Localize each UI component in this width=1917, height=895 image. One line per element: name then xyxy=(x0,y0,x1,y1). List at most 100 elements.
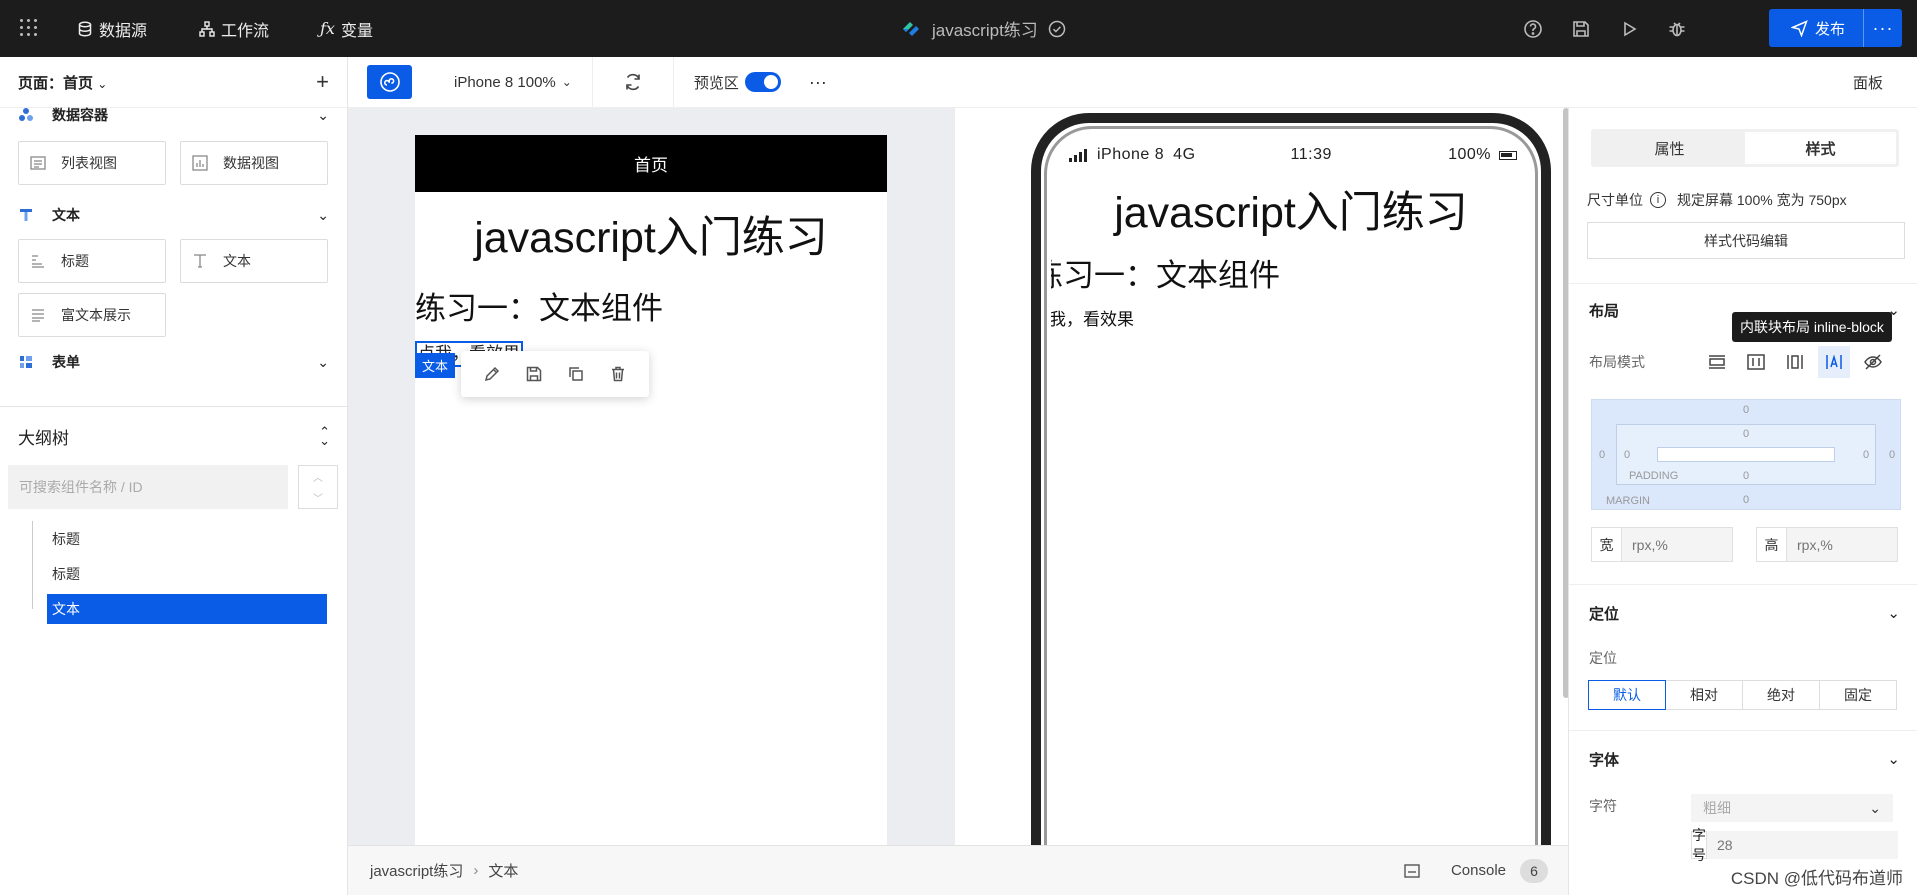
publish-button[interactable]: 发布 ··· xyxy=(1769,9,1902,47)
preview-toggle[interactable] xyxy=(744,72,781,92)
selection-badge: 文本 xyxy=(415,353,456,378)
tab-style[interactable]: 样式 xyxy=(1745,132,1896,164)
component-rich-text[interactable]: 富文本展示 xyxy=(18,293,166,337)
position-option-fixed[interactable]: 固定 xyxy=(1819,680,1897,710)
position-section-header[interactable]: 定位 ⌄ xyxy=(1569,585,1917,641)
nav-workflow-label: 工作流 xyxy=(221,22,270,40)
padding-bottom-value[interactable]: 0 xyxy=(1743,470,1749,482)
canvas-heading-mid[interactable]: 练习一：文本组件 xyxy=(415,283,887,328)
inline-block-layout-icon xyxy=(1826,354,1842,369)
breadcrumb-project[interactable]: javascript练习 xyxy=(370,860,463,881)
chevron-down-icon: ⌄ xyxy=(317,353,329,370)
tab-properties[interactable]: 属性 xyxy=(1594,132,1745,164)
debug-icon[interactable] xyxy=(1667,19,1687,39)
box-model-editor[interactable]: PADDING MARGIN 0 0 0 0 0 0 0 0 xyxy=(1591,399,1901,510)
padding-top-value[interactable]: 0 xyxy=(1743,428,1749,440)
battery-icon xyxy=(1499,150,1517,160)
font-section: 字体 ⌄ xyxy=(1569,730,1917,787)
expand-collapse-icon[interactable]: ⌃ ⌄ xyxy=(319,425,330,447)
delete-icon[interactable] xyxy=(609,365,627,383)
panel-toggle[interactable]: 面板 xyxy=(1853,72,1883,93)
component-row: 标题 文本 xyxy=(0,235,347,293)
play-icon[interactable] xyxy=(1619,19,1639,39)
layout-inline-button[interactable] xyxy=(1779,346,1811,378)
editor-canvas: 首页 javascript入门练习 练习一：文本组件 点我，看效果 文本 iPh… xyxy=(348,108,1568,845)
category-label: 表单 xyxy=(52,354,80,370)
info-icon[interactable]: i xyxy=(1650,192,1666,208)
data-view-icon xyxy=(192,155,208,171)
text-category-icon xyxy=(20,209,32,221)
phone-screen: iPhone 8 4G 11:39 100% javascript入门练习 练习… xyxy=(1051,133,1531,845)
tree-item[interactable]: 标题 xyxy=(32,556,348,591)
publish-label: 发布 xyxy=(1815,20,1846,38)
help-icon[interactable] xyxy=(1523,19,1543,39)
form-category-icon xyxy=(20,356,32,368)
nav-variables[interactable]: ƒx 变量 xyxy=(320,0,373,57)
edit-icon[interactable] xyxy=(483,365,501,383)
layout-block-button[interactable] xyxy=(1701,346,1733,378)
bottom-bar: javascript练习 › 文本 Console 6 xyxy=(348,845,1568,895)
workflow-icon xyxy=(199,20,215,37)
font-weight-select[interactable]: 粗细 ⌄ xyxy=(1691,794,1893,822)
apps-grid-icon[interactable] xyxy=(20,19,38,37)
nav-datasource[interactable]: 数据源 xyxy=(77,0,147,57)
chevron-right-icon: › xyxy=(473,862,479,879)
chevron-up-icon[interactable]: ︿ xyxy=(313,469,323,484)
position-option-relative[interactable]: 相对 xyxy=(1665,680,1743,710)
layout-inline-block-button[interactable] xyxy=(1818,346,1850,378)
component-search-input[interactable] xyxy=(8,465,288,509)
font-size-input[interactable] xyxy=(1707,831,1898,859)
component-data-view[interactable]: 数据视图 xyxy=(180,141,328,185)
publish-more-button[interactable]: ··· xyxy=(1864,18,1902,39)
padding-left-value[interactable]: 0 xyxy=(1624,449,1630,461)
chevron-down-icon: ⌄ xyxy=(317,106,329,123)
component-label: 标题 xyxy=(61,253,89,269)
save-icon[interactable] xyxy=(525,365,543,383)
font-section-header[interactable]: 字体 ⌄ xyxy=(1569,731,1917,787)
inline-layout-icon xyxy=(1787,355,1803,369)
margin-bottom-value[interactable]: 0 xyxy=(1743,494,1749,506)
category-data-container[interactable]: 数据容器 ⌄ xyxy=(0,101,347,129)
component-list-view[interactable]: 列表视图 xyxy=(18,141,166,185)
copy-icon[interactable] xyxy=(567,365,585,383)
console-button[interactable]: Console xyxy=(1451,862,1506,879)
layout-flex-button[interactable] xyxy=(1740,346,1772,378)
preview-heading-mid: 练习一：文本组件 xyxy=(1051,258,1280,293)
signal-icon xyxy=(1069,148,1087,162)
height-input[interactable] xyxy=(1787,528,1897,561)
position-section: 定位 ⌄ xyxy=(1569,584,1917,641)
component-heading[interactable]: 标题 xyxy=(18,239,166,283)
device-selector-label: iPhone 8 100% xyxy=(454,73,556,91)
add-page-button[interactable]: + xyxy=(316,69,329,95)
nav-workflow[interactable]: 工作流 xyxy=(199,0,269,57)
margin-left-value[interactable]: 0 xyxy=(1599,449,1605,461)
tree-item[interactable]: 标题 xyxy=(32,521,348,556)
terminal-icon[interactable] xyxy=(1403,862,1421,880)
style-code-edit-button[interactable]: 样式代码编辑 xyxy=(1587,222,1905,259)
padding-right-value[interactable]: 0 xyxy=(1863,449,1869,461)
category-form[interactable]: 表单 ⌄ xyxy=(0,347,347,377)
search-stepper[interactable]: ︿ ﹀ xyxy=(298,465,338,509)
preview-text[interactable]: 点我，看效果 xyxy=(1051,305,1512,330)
refresh-button[interactable] xyxy=(593,57,673,108)
layout-hidden-button[interactable] xyxy=(1857,346,1889,378)
margin-top-value[interactable]: 0 xyxy=(1743,404,1749,416)
position-option-absolute[interactable]: 绝对 xyxy=(1742,680,1820,710)
width-input[interactable] xyxy=(1622,528,1732,561)
chevron-down-icon[interactable]: ﹀ xyxy=(313,490,323,505)
position-option-default[interactable]: 默认 xyxy=(1588,680,1666,710)
component-text[interactable]: 文本 xyxy=(180,239,328,283)
breadcrumb-component[interactable]: 文本 xyxy=(488,860,518,881)
chevron-down-icon: ⌄ xyxy=(1869,799,1881,816)
font-title: 字体 xyxy=(1589,751,1620,769)
margin-right-value[interactable]: 0 xyxy=(1889,449,1895,461)
more-options-button[interactable]: ··· xyxy=(801,57,835,108)
device-selector[interactable]: iPhone 8 100% ⌄ xyxy=(434,57,592,108)
category-text[interactable]: 文本 ⌄ xyxy=(0,195,347,235)
save-icon[interactable] xyxy=(1571,19,1591,39)
tree-item-selected[interactable]: 文本 xyxy=(47,594,327,624)
canvas-heading-big[interactable]: javascript入门练习 xyxy=(415,203,887,265)
mini-program-button[interactable] xyxy=(367,65,412,99)
style-panel: 属性 样式 尺寸单位 i 规定屏幕 100% 宽为 750px 样式代码编辑 布… xyxy=(1568,108,1917,895)
position-label: 定位 xyxy=(1589,650,1617,666)
